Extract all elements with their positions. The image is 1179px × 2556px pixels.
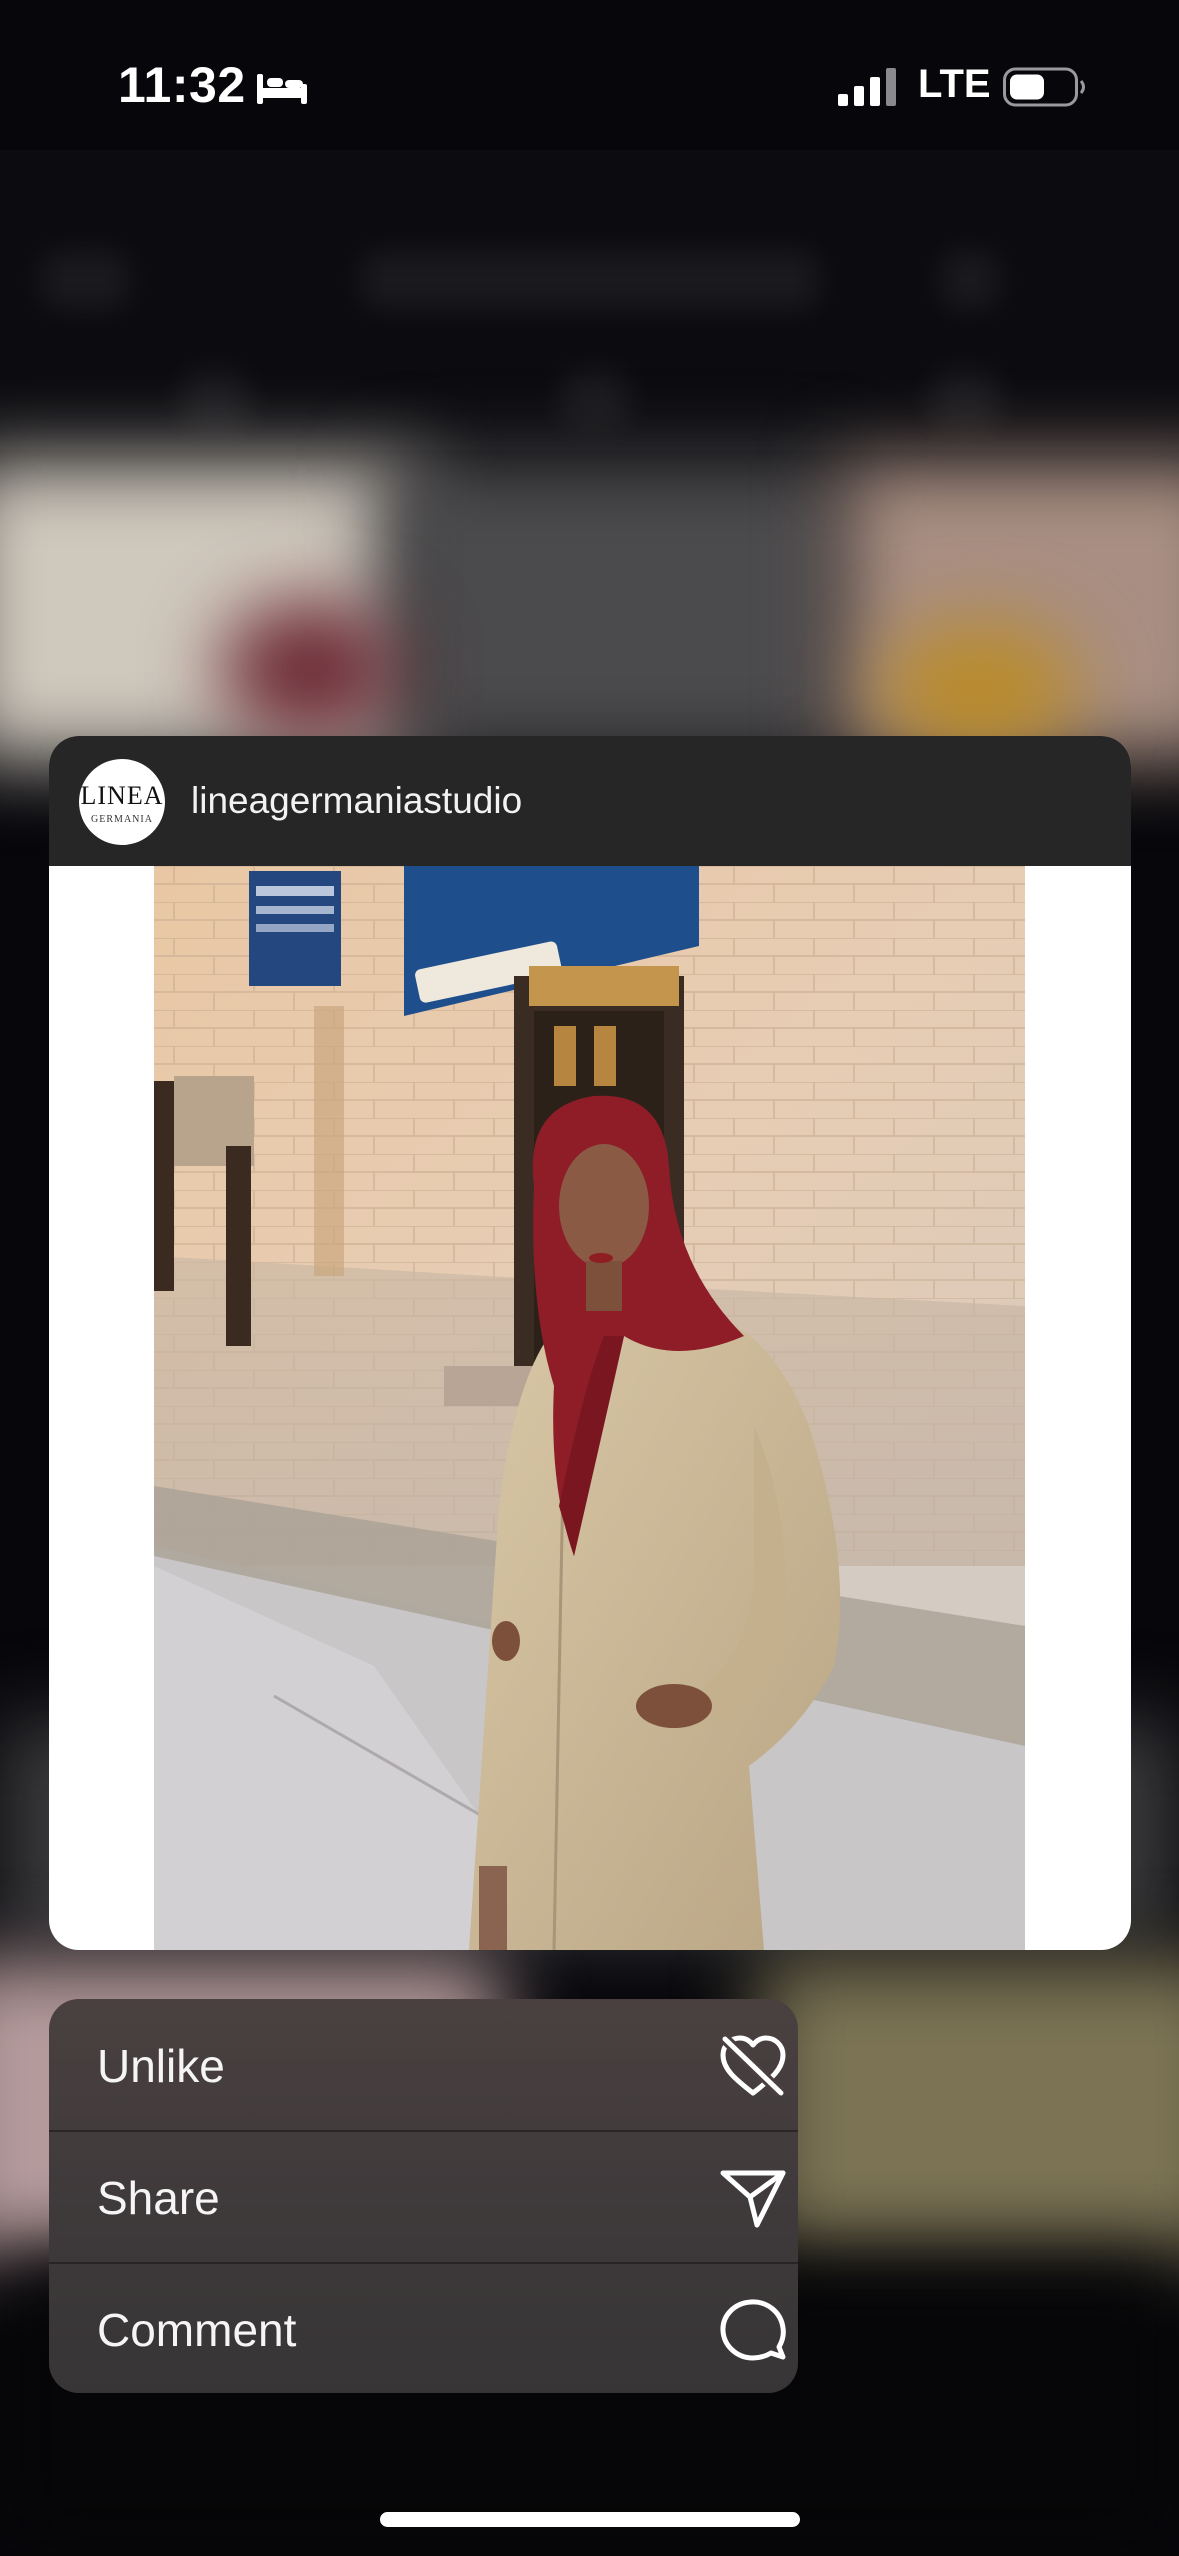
post-photo bbox=[154, 866, 1025, 1950]
post-preview-card[interactable]: LINEA GERMANIA lineagermaniastudio bbox=[49, 736, 1131, 1950]
context-menu: Unlike Share Comment bbox=[49, 1999, 798, 2393]
status-bar: 11:32 LTE bbox=[0, 0, 1179, 160]
signal-icon bbox=[838, 68, 896, 106]
post-header: LINEA GERMANIA lineagermaniastudio bbox=[49, 736, 1131, 866]
menu-item-unlike[interactable]: Unlike bbox=[49, 1999, 798, 2130]
network-type: LTE bbox=[918, 62, 991, 106]
paper-plane-icon bbox=[720, 2170, 786, 2228]
avatar[interactable]: LINEA GERMANIA bbox=[79, 759, 165, 845]
menu-item-label: Comment bbox=[97, 2304, 297, 2356]
battery-icon bbox=[1003, 67, 1085, 107]
menu-item-label: Share bbox=[97, 2172, 220, 2224]
heart-slash-icon bbox=[720, 2035, 786, 2097]
menu-item-label: Unlike bbox=[97, 2040, 225, 2092]
bed-icon bbox=[257, 74, 307, 104]
avatar-logo-subtext: GERMANIA bbox=[91, 814, 153, 825]
status-time: 11:32 bbox=[118, 57, 246, 113]
menu-item-comment[interactable]: Comment bbox=[49, 2263, 798, 2393]
speech-bubble-icon bbox=[720, 2299, 786, 2361]
post-username[interactable]: lineagermaniastudio bbox=[191, 780, 522, 822]
avatar-logo-text: LINEA bbox=[80, 781, 164, 810]
menu-item-share[interactable]: Share bbox=[49, 2131, 798, 2262]
home-indicator[interactable] bbox=[380, 2512, 800, 2527]
